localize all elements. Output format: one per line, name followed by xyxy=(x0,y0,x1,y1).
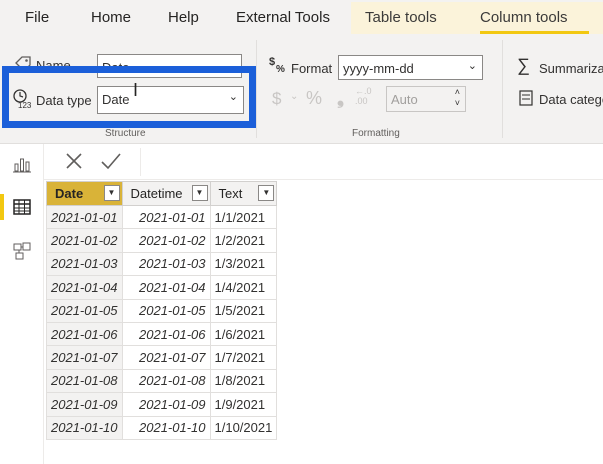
chevron-down-icon: ⌄ xyxy=(467,60,477,72)
data-category-label[interactable]: Data category xyxy=(539,92,603,107)
spinner-arrows-icon: ˄ ˅ xyxy=(454,87,460,108)
tab-help[interactable]: Help xyxy=(168,9,199,26)
ribbon-divider xyxy=(256,40,257,138)
format-label: Format xyxy=(291,61,333,76)
check-icon[interactable] xyxy=(100,151,122,171)
formula-input[interactable] xyxy=(140,148,603,176)
table-row: 2021-01-02 2021-01-02 1/2/2021 xyxy=(46,228,278,253)
cell-text[interactable]: 1/5/2021 xyxy=(209,298,278,323)
cell-datetime[interactable]: 2021-01-05 xyxy=(121,298,211,323)
cell-text[interactable]: 1/2/2021 xyxy=(209,228,278,253)
cell-date[interactable]: 2021-01-06 xyxy=(46,321,123,347)
table-row: 2021-01-08 2021-01-08 1/8/2021 xyxy=(46,368,278,394)
cell-datetime[interactable]: 2021-01-08 xyxy=(121,368,211,394)
chevron-down-icon: ⌄ xyxy=(290,91,299,102)
summarization-label[interactable]: Summarization xyxy=(539,61,603,76)
model-icon[interactable] xyxy=(12,241,32,261)
format-value: yyyy-mm-dd xyxy=(343,61,414,76)
cell-text[interactable]: 1/4/2021 xyxy=(209,275,278,300)
structure-group-label: Structure xyxy=(105,128,146,139)
menu-bar: File Home Help External Tools Table tool… xyxy=(0,0,603,36)
cell-text[interactable]: 1/9/2021 xyxy=(209,392,278,417)
formula-bar xyxy=(44,144,603,180)
column-header-datetime[interactable]: Datetime ▼ xyxy=(121,181,211,206)
cell-date[interactable]: 2021-01-09 xyxy=(46,392,123,417)
column-header-text[interactable]: Text ▼ xyxy=(209,181,278,206)
table-icon[interactable] xyxy=(12,197,32,217)
cell-date[interactable]: 2021-01-03 xyxy=(46,251,123,277)
active-view-indicator xyxy=(0,194,4,220)
table-header-row: Date ▼ Datetime ▼ Text ▼ xyxy=(46,181,278,206)
filter-dropdown-icon[interactable]: ▼ xyxy=(191,185,208,201)
cell-text[interactable]: 1/1/2021 xyxy=(209,204,278,230)
cell-text[interactable]: 1/7/2021 xyxy=(209,345,278,370)
column-header-label: Datetime xyxy=(130,186,183,201)
cell-date[interactable]: 2021-01-07 xyxy=(46,345,123,370)
cell-datetime[interactable]: 2021-01-07 xyxy=(121,345,211,370)
cell-datetime[interactable]: 2021-01-03 xyxy=(121,251,211,277)
tab-column-tools[interactable]: Column tools xyxy=(466,2,603,34)
cell-datetime[interactable]: 2021-01-09 xyxy=(121,392,211,417)
highlight-annotation xyxy=(2,66,256,128)
cell-datetime[interactable]: 2021-01-10 xyxy=(121,415,211,440)
svg-text:%: % xyxy=(276,64,285,74)
tab-external-tools[interactable]: External Tools xyxy=(236,9,330,26)
cell-date[interactable]: 2021-01-01 xyxy=(46,204,123,230)
cell-date[interactable]: 2021-01-08 xyxy=(46,368,123,394)
cell-date[interactable]: 2021-01-02 xyxy=(46,228,123,253)
cell-text[interactable]: 1/8/2021 xyxy=(209,368,278,394)
cell-date[interactable]: 2021-01-04 xyxy=(46,275,123,300)
column-header-label: Text xyxy=(218,186,243,201)
column-header-label: Date xyxy=(55,186,84,201)
cell-text[interactable]: 1/6/2021 xyxy=(209,321,278,347)
decimal-places-value: Auto xyxy=(391,92,418,107)
table-row: 2021-01-07 2021-01-07 1/7/2021 xyxy=(46,345,278,370)
currency-icon[interactable]: $ xyxy=(272,89,281,109)
decimal-places-spinner[interactable]: Auto ˄ ˅ xyxy=(386,86,466,112)
sigma-icon: ∑ xyxy=(517,55,530,75)
cell-text[interactable]: 1/10/2021 xyxy=(209,415,278,440)
tab-file[interactable]: File xyxy=(25,9,49,26)
bar-chart-icon[interactable] xyxy=(12,154,32,174)
table-row: 2021-01-09 2021-01-09 1/9/2021 xyxy=(46,392,278,417)
decimal-places-icon[interactable]: ←.0.00 xyxy=(355,86,372,106)
cell-datetime[interactable]: 2021-01-06 xyxy=(121,321,211,347)
table-row: 2021-01-01 2021-01-01 1/1/2021 xyxy=(46,204,278,230)
cell-datetime[interactable]: 2021-01-04 xyxy=(121,275,211,300)
cell-date[interactable]: 2021-01-10 xyxy=(46,415,123,440)
ribbon-divider xyxy=(502,40,503,138)
cell-text[interactable]: 1/3/2021 xyxy=(209,251,278,277)
dollar-percent-icon: $% xyxy=(268,54,288,75)
column-header-date[interactable]: Date ▼ xyxy=(46,181,123,206)
comma-style-icon[interactable]: ❟ xyxy=(337,88,344,109)
filter-dropdown-icon[interactable]: ▼ xyxy=(103,185,120,201)
close-icon[interactable] xyxy=(64,151,84,171)
svg-text:$: $ xyxy=(269,56,275,68)
text-cursor-icon: I xyxy=(133,80,139,100)
data-table: Date ▼ Datetime ▼ Text ▼ 2021-01-01 2021-… xyxy=(46,181,278,440)
category-icon xyxy=(518,90,534,106)
table-row: 2021-01-04 2021-01-04 1/4/2021 xyxy=(46,275,278,300)
filter-dropdown-icon[interactable]: ▼ xyxy=(258,185,275,201)
view-rail xyxy=(0,144,44,464)
table-row: 2021-01-10 2021-01-10 1/10/2021 xyxy=(46,415,278,440)
tab-table-tools[interactable]: Table tools xyxy=(351,2,471,34)
cell-datetime[interactable]: 2021-01-01 xyxy=(121,204,211,230)
table-row: 2021-01-06 2021-01-06 1/6/2021 xyxy=(46,321,278,347)
cell-date[interactable]: 2021-01-05 xyxy=(46,298,123,323)
table-row: 2021-01-03 2021-01-03 1/3/2021 xyxy=(46,251,278,277)
formatting-group-label: Formatting xyxy=(352,128,400,139)
table-row: 2021-01-05 2021-01-05 1/5/2021 xyxy=(46,298,278,323)
tab-home[interactable]: Home xyxy=(91,9,131,26)
cell-datetime[interactable]: 2021-01-02 xyxy=(121,228,211,253)
format-dropdown[interactable]: yyyy-mm-dd ⌄ xyxy=(338,55,483,80)
percent-icon[interactable]: % xyxy=(306,88,322,109)
